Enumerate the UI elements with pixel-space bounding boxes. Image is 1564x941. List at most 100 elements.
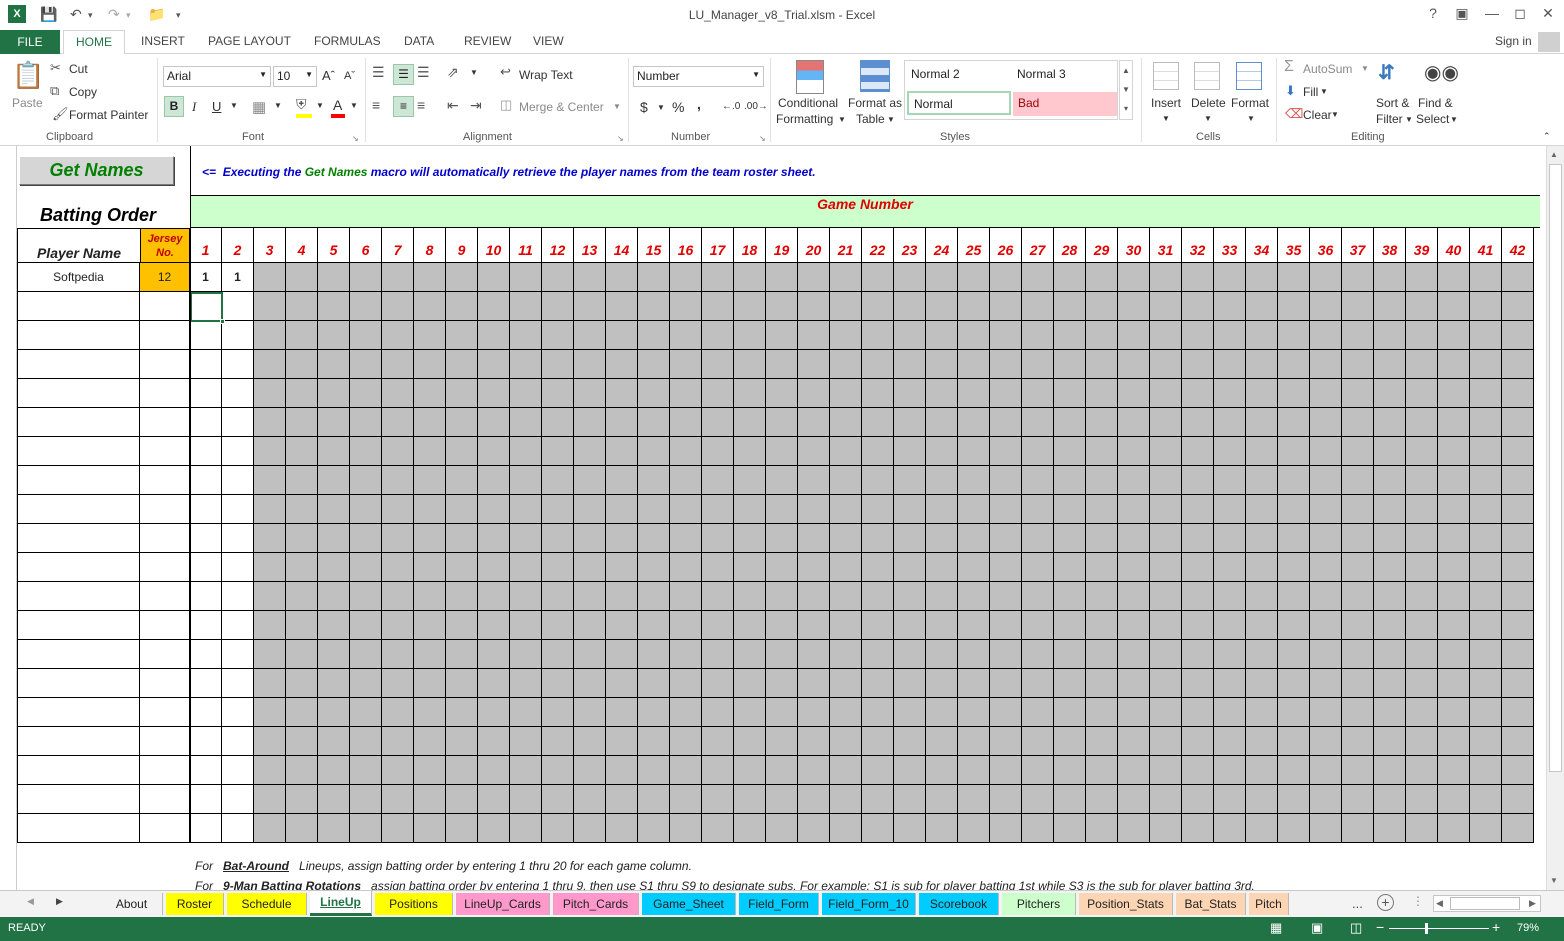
game-cell[interactable]: [1150, 437, 1182, 466]
game-cell[interactable]: [1022, 698, 1054, 727]
game-cell[interactable]: [1278, 611, 1310, 640]
fill-down-icon[interactable]: ⬇: [1285, 83, 1296, 99]
game-cell[interactable]: [542, 669, 574, 698]
game-cell[interactable]: [1470, 727, 1502, 756]
game-cell[interactable]: [574, 524, 606, 553]
game-cell[interactable]: [734, 379, 766, 408]
game-cell[interactable]: [1214, 698, 1246, 727]
game-cell[interactable]: [446, 408, 478, 437]
game-cell[interactable]: [1214, 814, 1246, 843]
autosum-button[interactable]: AutoSum: [1303, 62, 1352, 76]
game-cell[interactable]: [574, 263, 606, 292]
number-format-select[interactable]: Number ▼: [633, 66, 764, 87]
game-cell[interactable]: [1310, 582, 1342, 611]
game-cell[interactable]: [1054, 727, 1086, 756]
game-cell[interactable]: [1214, 321, 1246, 350]
collapse-ribbon-icon[interactable]: ⌃: [1543, 131, 1551, 142]
game-cell[interactable]: [254, 582, 286, 611]
game-cell[interactable]: [1278, 321, 1310, 350]
game-cell[interactable]: [382, 408, 414, 437]
game-cell[interactable]: [1182, 524, 1214, 553]
game-cell[interactable]: [574, 466, 606, 495]
game-cell[interactable]: [1374, 814, 1406, 843]
game-cell[interactable]: [318, 321, 350, 350]
game-cell[interactable]: [318, 814, 350, 843]
game-cell[interactable]: [1118, 785, 1150, 814]
game-cell[interactable]: [414, 437, 446, 466]
game-cell[interactable]: [542, 553, 574, 582]
game-cell[interactable]: [1374, 495, 1406, 524]
game-cell[interactable]: [798, 640, 830, 669]
game-cell[interactable]: [894, 669, 926, 698]
fill-handle[interactable]: [220, 319, 225, 324]
game-cell[interactable]: [1246, 292, 1278, 321]
game-cell[interactable]: [1310, 263, 1342, 292]
jersey-cell[interactable]: [140, 582, 190, 611]
game-cell[interactable]: [1118, 263, 1150, 292]
chevron-down-icon[interactable]: ▼: [350, 101, 358, 110]
game-cell[interactable]: [1086, 524, 1118, 553]
game-cell[interactable]: [766, 727, 798, 756]
game-cell[interactable]: [1214, 437, 1246, 466]
game-cell[interactable]: 1: [222, 263, 254, 292]
game-cell[interactable]: [190, 350, 222, 379]
more-tabs[interactable]: ...: [1352, 896, 1363, 911]
game-cell[interactable]: [286, 611, 318, 640]
game-cell[interactable]: [286, 408, 318, 437]
sheet-tab-pitch[interactable]: Pitch: [1249, 893, 1289, 915]
game-cell[interactable]: [1246, 669, 1278, 698]
binoculars-icon[interactable]: ◉◉: [1424, 60, 1459, 85]
game-cell[interactable]: [1406, 263, 1438, 292]
sheet-tab-field-form-10[interactable]: Field_Form_10: [822, 893, 916, 915]
game-cell[interactable]: [1278, 727, 1310, 756]
game-cell[interactable]: [734, 553, 766, 582]
increase-decimal-icon[interactable]: ←.0: [722, 101, 740, 112]
game-cell[interactable]: [958, 640, 990, 669]
game-cell[interactable]: [1502, 437, 1534, 466]
game-cell[interactable]: [862, 785, 894, 814]
game-cell[interactable]: [1438, 437, 1470, 466]
game-cell[interactable]: [318, 698, 350, 727]
game-cell[interactable]: [1310, 379, 1342, 408]
game-cell[interactable]: [1118, 437, 1150, 466]
game-cell[interactable]: [798, 379, 830, 408]
game-cell[interactable]: [318, 582, 350, 611]
game-cell[interactable]: [1022, 727, 1054, 756]
game-cell[interactable]: [222, 553, 254, 582]
game-cell[interactable]: [1406, 756, 1438, 785]
player-name-cell[interactable]: [17, 524, 140, 553]
game-cell[interactable]: [606, 524, 638, 553]
game-cell[interactable]: [638, 350, 670, 379]
game-cell[interactable]: [1214, 785, 1246, 814]
conditional-formatting-button[interactable]: Conditional: [778, 96, 838, 110]
game-cell[interactable]: [606, 379, 638, 408]
game-cell[interactable]: [990, 553, 1022, 582]
game-cell[interactable]: [1342, 582, 1374, 611]
game-cell[interactable]: [1022, 379, 1054, 408]
game-cell[interactable]: [286, 466, 318, 495]
increase-indent-icon[interactable]: ⇥: [470, 97, 482, 114]
game-cell[interactable]: [766, 350, 798, 379]
game-cell[interactable]: [1118, 292, 1150, 321]
game-cell[interactable]: [1150, 495, 1182, 524]
game-cell[interactable]: [926, 292, 958, 321]
game-cell[interactable]: [1246, 466, 1278, 495]
game-cell[interactable]: [254, 524, 286, 553]
game-cell[interactable]: [1374, 582, 1406, 611]
game-cell[interactable]: [318, 669, 350, 698]
game-cell[interactable]: [1310, 495, 1342, 524]
game-cell[interactable]: [1214, 727, 1246, 756]
game-cell[interactable]: [1054, 263, 1086, 292]
game-cell[interactable]: [510, 785, 542, 814]
jersey-cell[interactable]: [140, 785, 190, 814]
game-cell[interactable]: [958, 350, 990, 379]
game-cell[interactable]: [222, 350, 254, 379]
game-cell[interactable]: [286, 640, 318, 669]
game-cell[interactable]: [1214, 495, 1246, 524]
game-cell[interactable]: [894, 785, 926, 814]
game-cell[interactable]: [702, 466, 734, 495]
dialog-launcher-icon[interactable]: ↘: [759, 134, 766, 143]
game-cell[interactable]: [446, 553, 478, 582]
game-cell[interactable]: [222, 524, 254, 553]
game-cell[interactable]: [1406, 292, 1438, 321]
